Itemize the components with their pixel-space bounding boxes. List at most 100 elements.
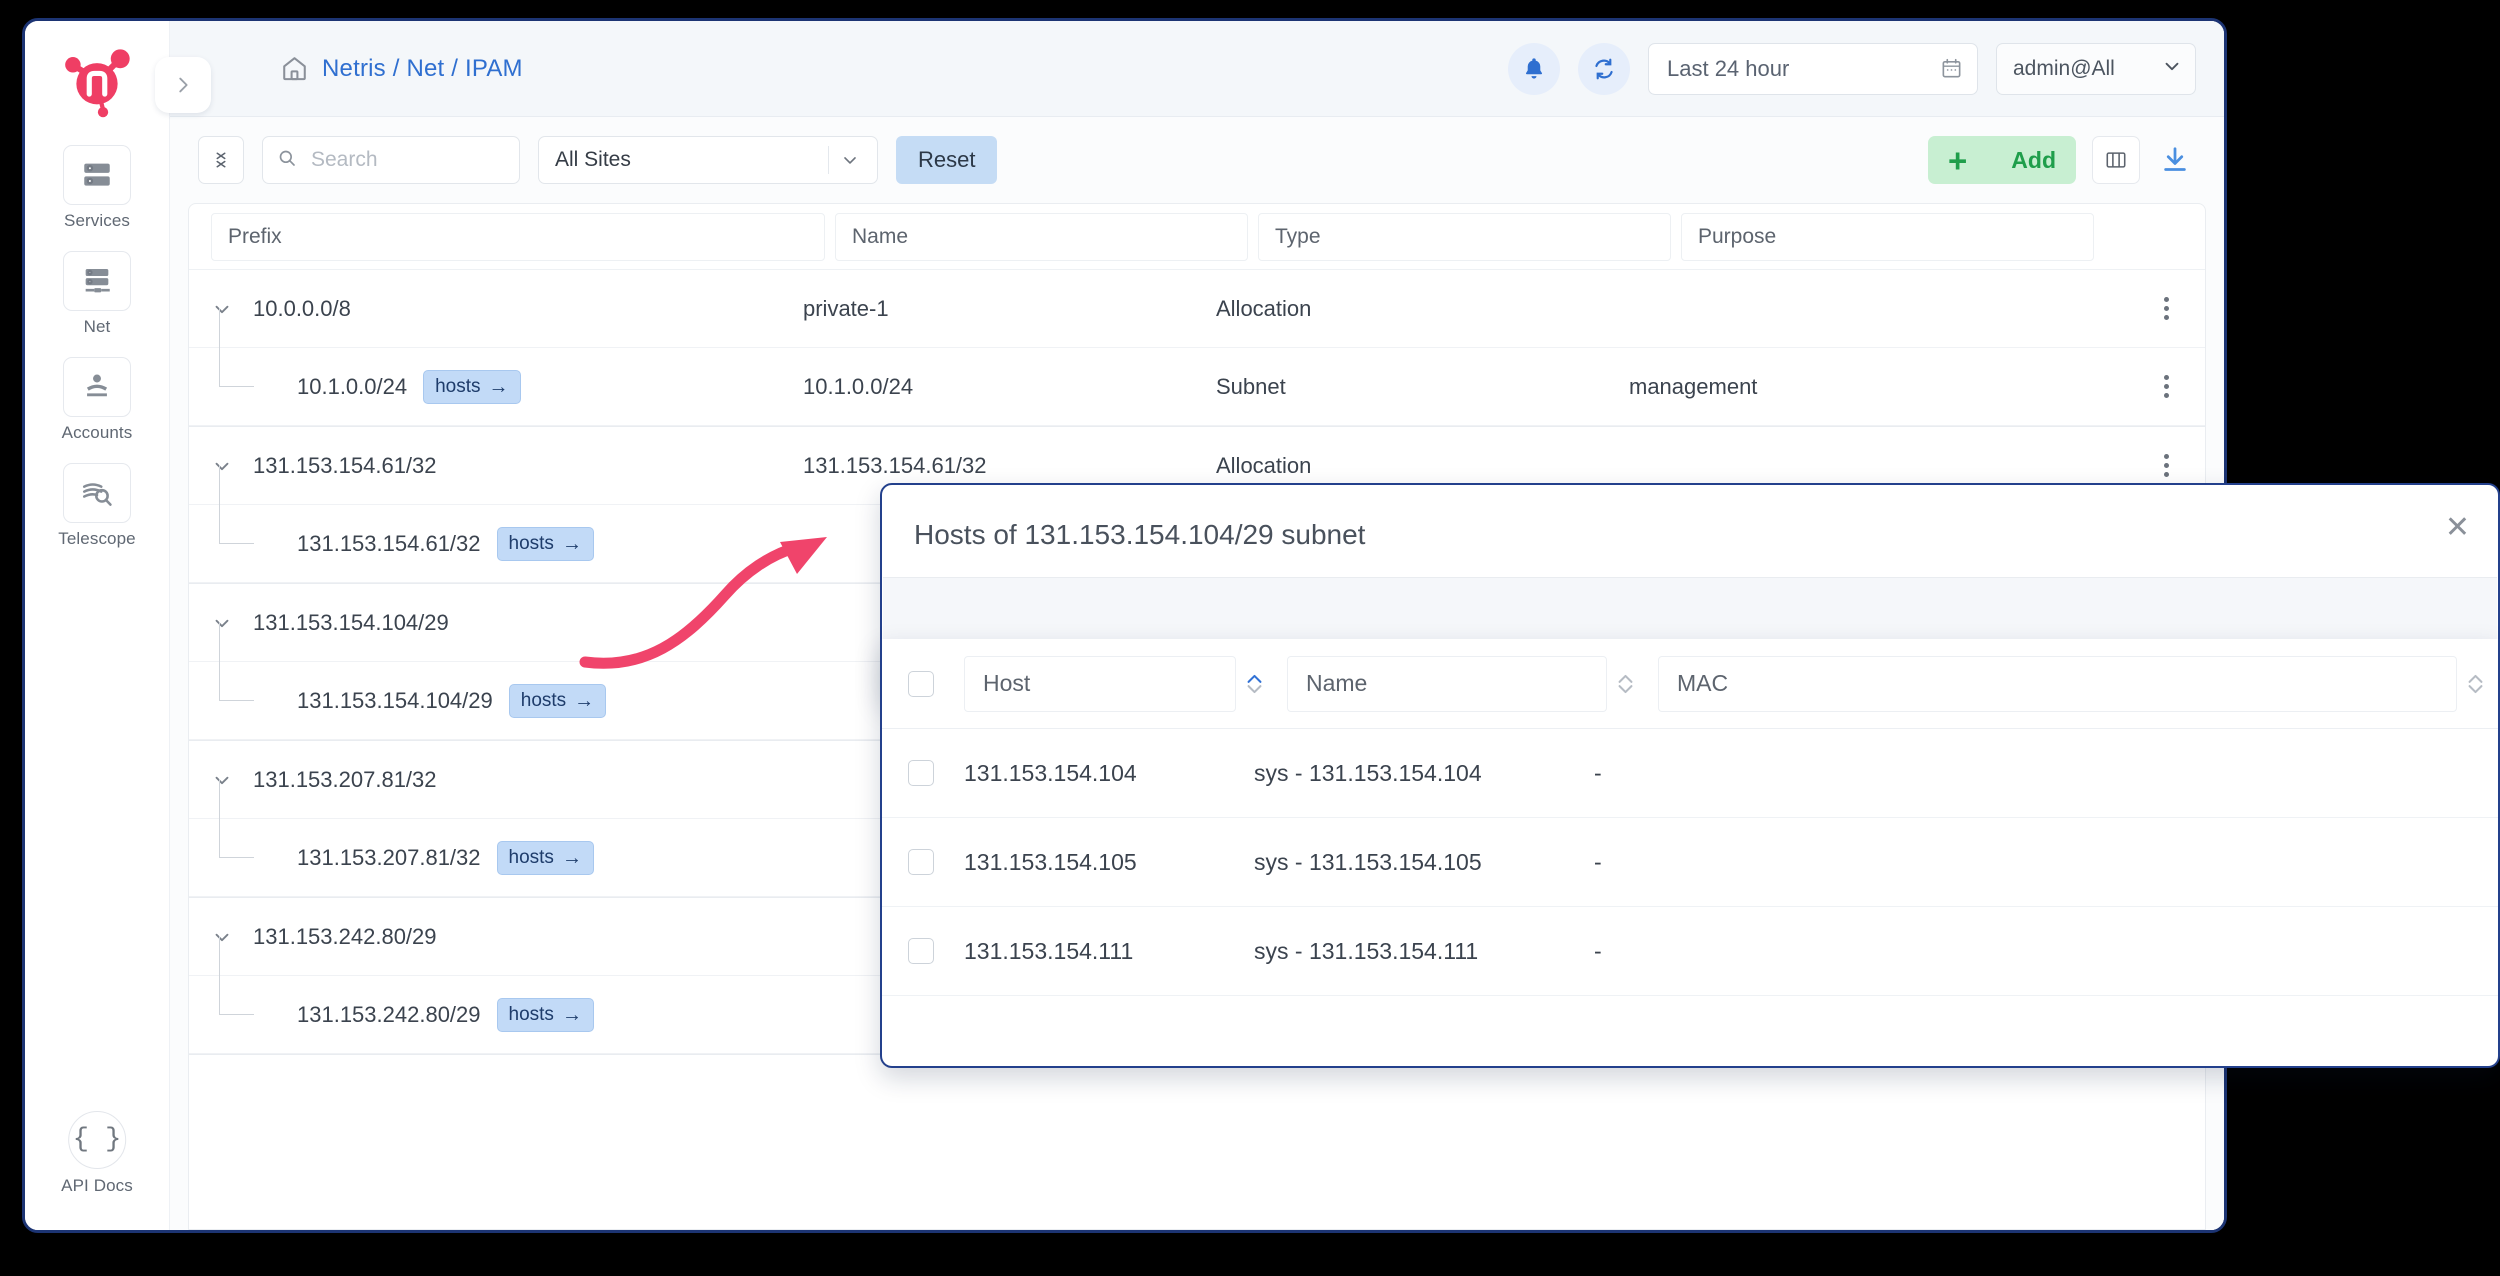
- table-row[interactable]: 131.153.154.111 sys - 131.153.154.111 -: [882, 907, 2498, 996]
- row-checkbox-cell: [908, 760, 964, 786]
- mac-value: -: [1594, 848, 1602, 875]
- sort-name-icon[interactable]: [1617, 673, 1634, 695]
- columns-layout-icon[interactable]: [2092, 136, 2140, 184]
- hosts-badge-label: hosts: [508, 532, 554, 554]
- breadcrumb-text[interactable]: Netris / Net / IPAM: [322, 55, 523, 83]
- host-filter-input[interactable]: Host: [964, 655, 1236, 712]
- sidebar-item-api-docs[interactable]: { } API Docs: [61, 1111, 133, 1196]
- row-menu-icon[interactable]: [2164, 297, 2169, 320]
- arrow-right-icon: →: [574, 689, 595, 712]
- hosts-badge-label: hosts: [520, 689, 567, 711]
- arrow-right-icon: →: [561, 1003, 582, 1026]
- sidebar-item-telescope[interactable]: Telescope: [55, 463, 139, 549]
- table-row[interactable]: 10.1.0.0/24 hosts → 10.1.0.0/24 Subnet m…: [189, 308, 2205, 426]
- sidebar-item-label: Services: [64, 211, 130, 230]
- add-button-label: Add: [2011, 146, 2056, 173]
- row-menu-icon[interactable]: [2164, 375, 2169, 398]
- name-value: 10.1.0.0/24: [803, 373, 914, 399]
- hosts-table-header: Host Name MAC: [882, 639, 2498, 729]
- sidebar: Services Net Accounts Telescope {} API …: [25, 21, 170, 1230]
- mac-filter-input[interactable]: MAC: [1658, 655, 2457, 712]
- api-docs-label: API Docs: [61, 1176, 133, 1195]
- name-value: private-1: [803, 295, 889, 321]
- table-column-filters: Prefix Name Type Purpose: [189, 204, 2205, 270]
- hosts-badge-label: hosts: [508, 1003, 554, 1025]
- sidebar-item-services[interactable]: Services: [55, 145, 139, 231]
- sort-mac-icon[interactable]: [2467, 673, 2484, 695]
- row-checkbox[interactable]: [908, 938, 934, 964]
- arrow-right-icon: →: [488, 375, 509, 398]
- top-header: Netris / Net / IPAM Last 24 hour admin@A…: [170, 21, 2224, 116]
- plus-icon: +: [1948, 141, 1968, 179]
- name-value: sys - 131.153.154.105: [1254, 848, 1482, 875]
- netris-logo[interactable]: [54, 39, 140, 125]
- site-filter-value: All Sites: [555, 148, 631, 171]
- chevron-down-icon: [829, 150, 871, 170]
- hosts-column-host: Host: [964, 655, 1263, 712]
- network-switch-icon: [63, 251, 131, 311]
- hosts-badge[interactable]: hosts →: [508, 683, 607, 718]
- row-checkbox[interactable]: [908, 760, 934, 786]
- prefix-value: 131.153.207.81/32: [253, 766, 437, 792]
- prefix-value: 131.153.154.104/29: [297, 687, 493, 713]
- search-input-wrapper[interactable]: [262, 136, 520, 184]
- hosts-badge[interactable]: hosts →: [496, 997, 594, 1032]
- user-scope-select[interactable]: admin@All: [1996, 42, 2196, 95]
- sidebar-item-accounts[interactable]: Accounts: [55, 357, 139, 443]
- search-icon: [277, 148, 297, 173]
- collapse-rows-icon[interactable]: [198, 136, 244, 184]
- table-row[interactable]: 131.153.154.105 sys - 131.153.154.105 -: [882, 818, 2498, 907]
- add-button[interactable]: + Add: [1928, 136, 2076, 184]
- column-filter-type[interactable]: Type: [1258, 212, 1671, 261]
- column-filter-prefix[interactable]: Prefix: [211, 212, 825, 261]
- accounts-icon: [63, 357, 131, 417]
- hosts-badge-label: hosts: [508, 846, 554, 868]
- column-filter-name[interactable]: Name: [835, 212, 1248, 261]
- purpose-value: [1629, 270, 2042, 347]
- tree-connector: [211, 779, 281, 896]
- sidebar-item-net[interactable]: Net: [55, 251, 139, 337]
- table-row[interactable]: 131.153.154.104 sys - 131.153.154.104 -: [882, 729, 2498, 818]
- hosts-badge[interactable]: hosts →: [423, 369, 521, 404]
- name-filter-input[interactable]: Name: [1287, 655, 1607, 712]
- prefix-value: 131.153.154.61/32: [253, 452, 437, 478]
- search-input[interactable]: [309, 147, 505, 173]
- purpose-value: management: [1629, 373, 1758, 399]
- tree-connector: [211, 936, 281, 1053]
- site-filter-select[interactable]: All Sites: [538, 136, 878, 184]
- servers-icon: [63, 145, 131, 205]
- table-row[interactable]: 10.0.0.0/8 private-1 Allocation: [189, 270, 2205, 348]
- row-checkbox[interactable]: [908, 849, 934, 875]
- toolbar-right-actions: + Add: [1928, 136, 2194, 184]
- sidebar-expand-toggle[interactable]: [155, 57, 211, 113]
- mac-value: -: [1594, 759, 1602, 786]
- time-range-picker[interactable]: Last 24 hour: [1648, 42, 1978, 95]
- close-icon[interactable]: ✕: [2445, 513, 2470, 543]
- row-checkbox-cell: [908, 849, 964, 875]
- hosts-badge[interactable]: hosts →: [496, 526, 594, 561]
- refresh-icon[interactable]: [1578, 42, 1630, 95]
- bell-icon[interactable]: [1508, 42, 1560, 95]
- hosts-column-name: Name: [1287, 655, 1634, 712]
- tree-connector: [211, 308, 281, 425]
- sidebar-item-label: Accounts: [61, 423, 133, 442]
- hosts-modal-subbar: [883, 577, 2497, 641]
- home-icon[interactable]: [280, 54, 309, 83]
- host-value: 131.153.154.111: [964, 937, 1134, 964]
- hosts-column-mac: MAC: [1658, 655, 2484, 712]
- select-all-checkbox[interactable]: [908, 670, 934, 697]
- row-menu-icon[interactable]: [2164, 454, 2169, 477]
- prefix-value: 10.1.0.0/24: [297, 373, 408, 399]
- column-filter-purpose[interactable]: Purpose: [1681, 212, 2094, 261]
- hosts-badge[interactable]: hosts →: [496, 840, 594, 875]
- host-value: 131.153.154.105: [964, 848, 1137, 875]
- name-value: sys - 131.153.154.111: [1254, 937, 1479, 964]
- select-all-checkbox-cell: [908, 670, 964, 697]
- breadcrumb: Netris / Net / IPAM: [280, 54, 523, 83]
- time-range-value: Last 24 hour: [1667, 55, 1790, 81]
- reset-button[interactable]: Reset: [896, 136, 998, 184]
- sort-host-icon[interactable]: [1246, 673, 1263, 695]
- download-icon[interactable]: [2156, 140, 2194, 180]
- hosts-modal: Hosts of 131.153.154.104/29 subnet ✕ Hos…: [880, 483, 2500, 1068]
- tree-connector: [211, 465, 281, 582]
